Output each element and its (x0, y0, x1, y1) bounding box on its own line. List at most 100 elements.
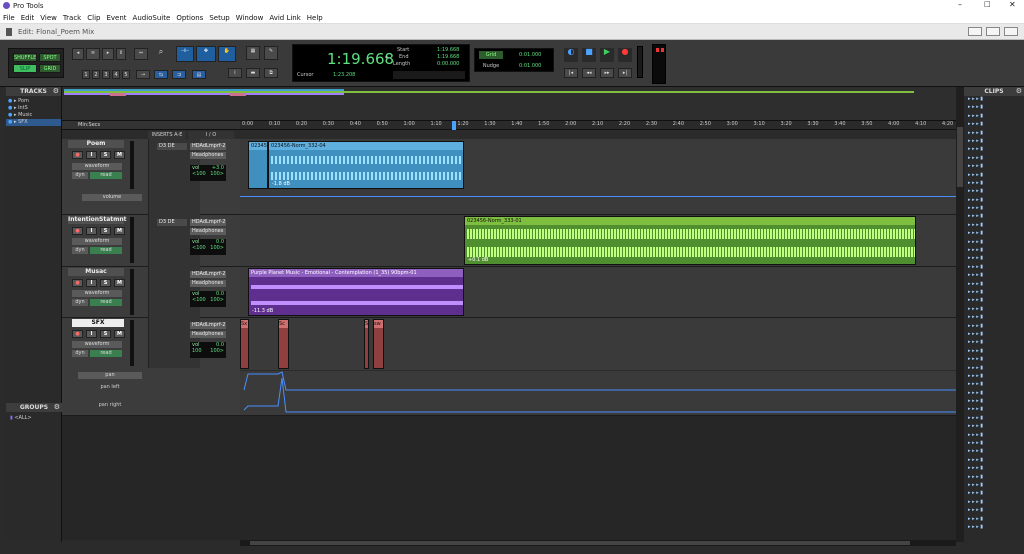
clip-list-item[interactable]: ▸ ▸ ▸ ▮ (964, 440, 1024, 448)
clip-list-item[interactable]: ▸ ▸ ▸ ▮ (964, 306, 1024, 314)
clip-list-item[interactable]: ▸ ▸ ▸ ▮ (964, 323, 1024, 331)
grid-mode-button[interactable]: GRID (39, 64, 61, 73)
input-monitor-button[interactable]: I (86, 330, 97, 338)
online-button[interactable]: ◐ (564, 48, 578, 62)
clip-list-item[interactable]: ▸ ▸ ▸ ▮ (964, 490, 1024, 498)
play-button[interactable]: ▶ (600, 48, 614, 62)
record-enable-button[interactable]: ● (72, 279, 83, 287)
fast-forward-button[interactable]: ▸▸ (600, 68, 614, 78)
gear-icon[interactable]: ⚙ (54, 403, 60, 412)
timeline-ruler[interactable]: 0:00 0:10 0:20 0:30 0:40 0:50 1:00 1:10 1:20 1:30… (240, 121, 956, 130)
zoom-preset-1[interactable]: 1 (82, 70, 90, 79)
zoom-waveform-button[interactable]: ≋ (86, 48, 100, 60)
clip-list-item[interactable]: ▸ ▸ ▸ ▮ (964, 264, 1024, 272)
menu-event[interactable]: Event (103, 12, 129, 22)
input-select[interactable]: HDAdLmprf-2 (190, 219, 226, 226)
pre-post-roll-slider[interactable] (637, 46, 643, 78)
clip-list-item[interactable]: ▸ ▸ ▸ ▮ (964, 146, 1024, 154)
track-list-item[interactable]: ● ▸ Pom (6, 98, 61, 105)
mute-button[interactable]: M (114, 151, 125, 159)
menu-avid-link[interactable]: Avid Link (266, 12, 303, 22)
stop-button[interactable]: ■ (582, 48, 596, 62)
volume-display[interactable]: vol +3.0 <100 100> (190, 165, 226, 181)
solo-button[interactable]: S (100, 151, 111, 159)
spot-mode-button[interactable]: SPOT (39, 53, 61, 62)
slip-mode-button[interactable]: SLIP (13, 64, 37, 73)
menu-file[interactable]: File (0, 12, 18, 22)
record-button[interactable]: ● (618, 48, 632, 62)
track-list-item[interactable]: ● ▸ IntS (6, 105, 61, 112)
output-select[interactable]: Headphones (190, 228, 226, 235)
menu-edit[interactable]: Edit (18, 12, 38, 22)
playlist-button[interactable]: dyn (72, 247, 88, 254)
lane-sfx[interactable]: Sx Sc Sx sw (240, 318, 956, 416)
menu-help[interactable]: Help (304, 12, 326, 22)
clip-list-item[interactable]: ▸ ▸ ▸ ▮ (964, 188, 1024, 196)
audio-clip[interactable]: 023456 (248, 141, 268, 189)
nudge-label[interactable]: Nudge (479, 62, 503, 70)
trim-tool-button[interactable]: ⊣⊢ (176, 46, 194, 62)
mini-transport-icons[interactable] (393, 71, 465, 79)
input-select[interactable]: HDAdLmprf-2 (190, 143, 226, 150)
clip-list-item[interactable]: ▸ ▸ ▸ ▮ (964, 465, 1024, 473)
zoom-preset-4[interactable]: 4 (112, 70, 120, 79)
menu-options[interactable]: Options (173, 12, 206, 22)
track-list-item[interactable]: ● ▸ Music (6, 112, 61, 119)
clip-list-item[interactable]: ▸ ▸ ▸ ▮ (964, 423, 1024, 431)
playlist-button[interactable]: dyn (72, 350, 88, 357)
clip-gain[interactable]: -11.3 dB (252, 308, 273, 314)
clip-list-item[interactable]: ▸ ▸ ▸ ▮ (964, 96, 1024, 104)
rewind-button[interactable]: ◂◂ (582, 68, 596, 78)
track-view-select[interactable]: waveform (72, 238, 122, 245)
volume-display[interactable]: vol 0.0 <100 100> (190, 239, 226, 255)
zoom-preset-2[interactable]: 2 (92, 70, 100, 79)
pencil-tool-button[interactable]: ▦ (246, 46, 260, 60)
input-monitor-button[interactable]: I (86, 227, 97, 235)
automation-mode-select[interactable]: read (90, 247, 122, 254)
record-enable-button[interactable]: ● (72, 227, 83, 235)
clip-list-item[interactable]: ▸ ▸ ▸ ▮ (964, 230, 1024, 238)
gear-icon[interactable]: ⚙ (53, 87, 59, 96)
clip-list-item[interactable]: ▸ ▸ ▸ ▮ (964, 138, 1024, 146)
clip-gain[interactable]: -1.8 dB (272, 181, 290, 187)
clip-list-item[interactable]: ▸ ▸ ▸ ▮ (964, 113, 1024, 121)
vertical-scrollbar[interactable] (956, 87, 964, 542)
audio-clip[interactable]: Sx (364, 319, 369, 369)
scrub-tool-button[interactable]: ✎ (264, 46, 278, 60)
automation-mode-select[interactable]: read (90, 299, 122, 306)
mute-button[interactable]: M (114, 330, 125, 338)
automation-lane-select[interactable]: pan (78, 372, 142, 379)
clip-list-item[interactable]: ▸ ▸ ▸ ▮ (964, 398, 1024, 406)
clip-gain[interactable]: +0.1 dB (468, 257, 488, 263)
menu-setup[interactable]: Setup (206, 12, 232, 22)
counter-dropdown-icon[interactable]: ▾ (385, 55, 388, 61)
track-name[interactable]: Poem (68, 140, 124, 148)
insert-slot[interactable]: D3 DE (157, 219, 187, 226)
clip-list-item[interactable]: ▸ ▸ ▸ ▮ (964, 155, 1024, 163)
clip-list-item[interactable]: ▸ ▸ ▸ ▮ (964, 197, 1024, 205)
menu-clip[interactable]: Clip (84, 12, 103, 22)
keyboard-focus-button[interactable]: ▬ (246, 68, 260, 78)
track-view-select[interactable]: waveform (72, 341, 122, 348)
shuffle-mode-button[interactable]: SHUFFLE (13, 53, 37, 62)
minimize-button[interactable]: – (958, 0, 962, 9)
input-select[interactable]: HDAdLmprf-2 (190, 271, 226, 278)
link-timeline-button[interactable]: ⇆ (154, 70, 168, 79)
playlist-button[interactable]: dyn (72, 172, 88, 179)
solo-button[interactable]: S (100, 227, 111, 235)
output-select[interactable]: Headphones (190, 331, 226, 338)
clip-list-item[interactable]: ▸ ▸ ▸ ▮ (964, 524, 1024, 532)
output-select[interactable]: Headphones (190, 152, 226, 159)
zoom-preset-3[interactable]: 3 (102, 70, 110, 79)
volume-automation-line[interactable] (240, 196, 956, 197)
record-enable-button[interactable]: ● (72, 330, 83, 338)
group-item[interactable]: ▮ <ALL> (10, 415, 32, 421)
clip-list-item[interactable]: ▸ ▸ ▸ ▮ (964, 247, 1024, 255)
clip-list-item[interactable]: ▸ ▸ ▸ ▮ (964, 172, 1024, 180)
audio-clip[interactable]: Sx (240, 319, 249, 369)
lane-poem[interactable]: 023456 023456-Norm_332-04 -1.8 dB (240, 139, 956, 215)
close-button[interactable]: ✕ (1009, 0, 1016, 9)
window-minimize-button[interactable] (968, 27, 982, 36)
zoom-toggle-button[interactable]: ⇔ (134, 48, 148, 60)
audio-clip[interactable]: Sc (278, 319, 289, 369)
